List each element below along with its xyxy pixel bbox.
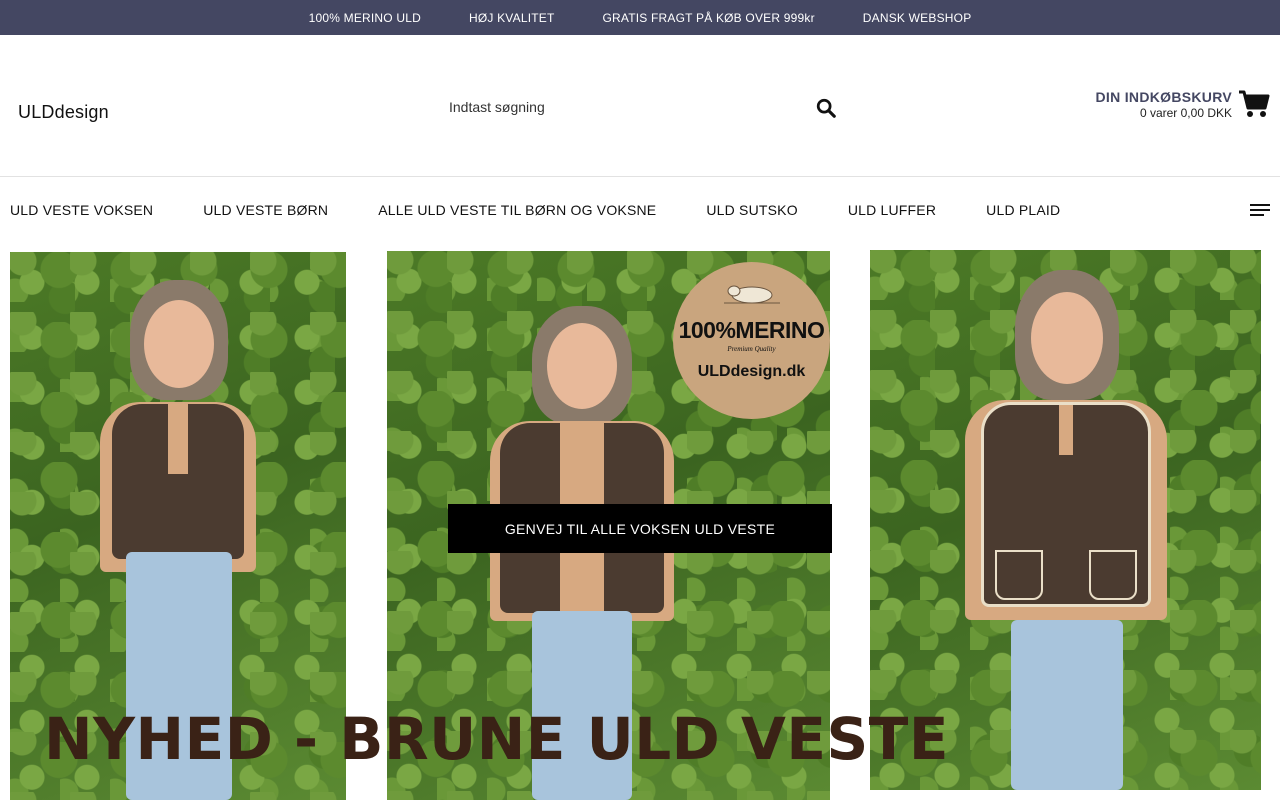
announcement-danish-shop: DANSK WEBSHOP	[862, 10, 972, 25]
nav-item-alle-uld-veste[interactable]: ALLE ULD VESTE TIL BØRN OG VOKSNE	[378, 202, 656, 218]
vest-pocket	[994, 550, 1043, 600]
vest-pocket	[1088, 550, 1137, 600]
nav-item-uld-sutsko[interactable]: ULD SUTSKO	[706, 202, 797, 218]
site-logo[interactable]: ULDdesign	[18, 102, 109, 123]
main-navigation: ULD VESTE VOKSEN ULD VESTE BØRN ALLE ULD…	[0, 178, 1280, 242]
badge-headline: 100%MERINO	[678, 317, 825, 343]
nav-item-uld-veste-voksen[interactable]: ULD VESTE VOKSEN	[10, 202, 153, 218]
nav-item-uld-plaid[interactable]: ULD PLAID	[986, 202, 1060, 218]
vest-opening	[1058, 405, 1073, 455]
shopping-cart-icon[interactable]	[1238, 89, 1270, 119]
model-figure	[951, 250, 1181, 790]
announcement-merino: 100% MERINO ULD	[308, 10, 421, 25]
cart-title: DIN INDKØBSKURV	[1095, 89, 1232, 105]
nav-items: ULD VESTE VOKSEN ULD VESTE BØRN ALLE ULD…	[10, 202, 1060, 218]
nav-item-uld-luffer[interactable]: ULD LUFFER	[848, 202, 936, 218]
announcement-free-shipping: GRATIS FRAGT PÅ KØB OVER 999kr	[602, 10, 815, 25]
cart-text: DIN INDKØBSKURV 0 varer 0,00 DKK	[1096, 89, 1232, 120]
site-header: ULDdesign DIN INDKØBSKURV 0 varer 0,00 D…	[0, 35, 1280, 177]
badge-tagline: Premium Quality	[727, 345, 776, 353]
hero-banner-text: NYHED - BRUNE ULD VESTE	[44, 705, 949, 773]
shortcut-adult-vests-button[interactable]: GENVEJ TIL ALLE VOKSEN ULD VESTE	[448, 504, 832, 553]
face	[546, 323, 617, 409]
burger-line	[1250, 214, 1264, 216]
announcement-bar: 100% MERINO ULD HØJ KVALITET GRATIS FRAG…	[0, 0, 1280, 35]
hamburger-menu-icon[interactable]	[1250, 204, 1270, 220]
sheep-icon	[723, 285, 780, 304]
nav-item-uld-veste-boern[interactable]: ULD VESTE BØRN	[203, 202, 328, 218]
badge-site: ULDdesign.dk	[697, 363, 806, 380]
search-bar	[440, 87, 845, 127]
vest-opening	[168, 404, 188, 474]
face	[1030, 292, 1103, 384]
search-icon[interactable]	[815, 97, 837, 119]
cart-summary: 0 varer 0,00 DKK	[1139, 106, 1232, 120]
burger-line	[1250, 204, 1270, 206]
merino-badge-logo: 100%MERINO Premium Quality ULDdesign.dk	[673, 262, 830, 419]
search-input[interactable]	[440, 87, 845, 127]
burger-line	[1250, 209, 1270, 211]
announcement-quality: HØJ KVALITET	[468, 10, 555, 25]
cart-widget[interactable]: DIN INDKØBSKURV 0 varer 0,00 DKK	[1096, 89, 1270, 120]
face	[144, 300, 214, 388]
jeans	[1010, 620, 1123, 790]
